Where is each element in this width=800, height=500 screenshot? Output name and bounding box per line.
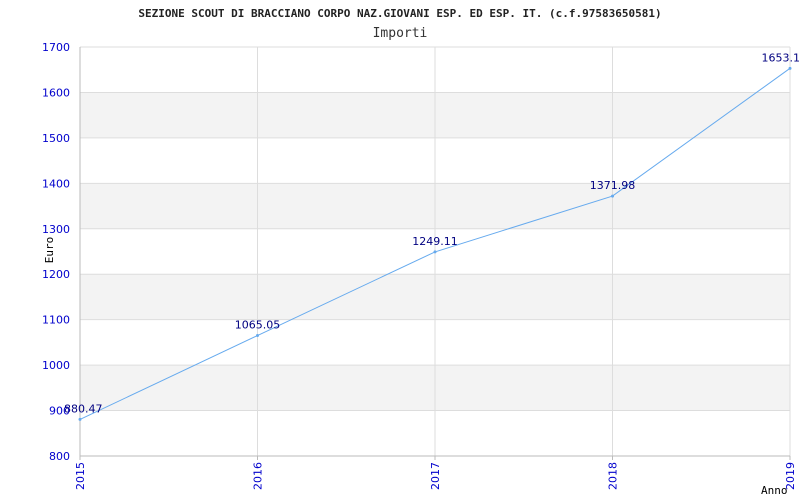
y-tick-label: 1500	[42, 132, 70, 145]
data-label: 1371.98	[590, 179, 636, 192]
data-point	[256, 334, 259, 338]
x-axis-ticks: 2015 2016 2017 2018 2019	[74, 456, 797, 490]
data-point	[78, 417, 82, 421]
y-tick-label: 800	[49, 450, 70, 463]
x-tick-label: 2017	[429, 462, 442, 490]
y-tick-label: 1000	[42, 359, 70, 372]
x-tick-label: 2015	[74, 462, 87, 490]
data-point	[611, 194, 614, 198]
y-tick-label: 1400	[42, 177, 70, 190]
x-tick-label: 2016	[252, 462, 265, 490]
data-label: 1065.05	[235, 319, 281, 332]
x-axis-label: Anno	[761, 484, 788, 497]
line-chart: SEZIONE SCOUT DI BRACCIANO CORPO NAZ.GIO…	[42, 7, 800, 497]
y-tick-label: 1300	[42, 223, 70, 236]
chart-title: SEZIONE SCOUT DI BRACCIANO CORPO NAZ.GIO…	[138, 7, 661, 20]
x-tick-label: 2018	[607, 462, 620, 490]
y-tick-label: 1700	[42, 41, 70, 54]
data-label: 1653.1	[762, 51, 800, 64]
y-tick-label: 1200	[42, 268, 70, 281]
y-axis-label: Euro	[43, 237, 56, 264]
data-point	[433, 250, 437, 254]
data-label: 1249.11	[412, 235, 458, 248]
chart-subtitle: Importi	[373, 26, 428, 41]
data-label: 880.47	[64, 402, 103, 415]
data-point	[788, 66, 792, 70]
y-tick-label: 1100	[42, 314, 70, 327]
y-tick-label: 1600	[42, 86, 70, 99]
